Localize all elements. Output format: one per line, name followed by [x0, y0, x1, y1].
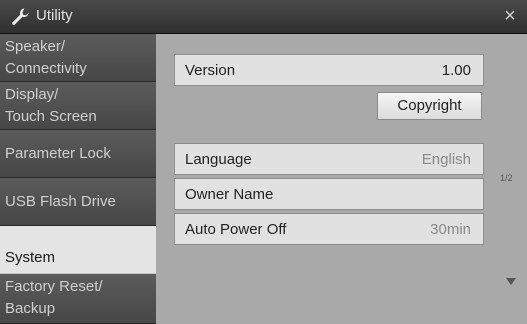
tab-parameter-lock[interactable]: Parameter Lock — [0, 130, 156, 178]
system-panel: Version 1.00 Copyright Language English … — [156, 34, 527, 324]
tab-system[interactable]: System — [0, 226, 162, 274]
auto-power-off-label: Auto Power Off — [185, 221, 287, 238]
tab-label: USB Flash Drive — [5, 192, 116, 210]
page-indicator: 1/2 — [500, 173, 513, 183]
tab-label-line2: Touch Screen — [5, 108, 97, 125]
tab-usb-flash-drive[interactable]: USB Flash Drive — [0, 178, 156, 226]
auto-power-off-value: 30min — [430, 221, 471, 238]
owner-name-label: Owner Name — [185, 186, 274, 203]
tab-label-line2: Connectivity — [5, 60, 87, 77]
version-label: Version — [185, 62, 236, 79]
version-value: 1.00 — [441, 62, 471, 79]
language-value: English — [421, 151, 471, 168]
wrench-icon — [12, 8, 29, 25]
language-row[interactable]: Language English — [174, 143, 484, 175]
language-label: Language — [185, 151, 252, 168]
tab-label: Parameter Lock — [5, 144, 111, 162]
tab-factory-reset-backup[interactable]: Factory Reset/ Backup — [0, 274, 156, 324]
scroll-down-arrow-icon[interactable] — [506, 278, 516, 285]
tab-label-line1: Speaker/ — [5, 38, 66, 55]
tab-label: System — [5, 248, 56, 266]
close-icon: × — [504, 5, 516, 27]
copyright-button[interactable]: Copyright — [377, 92, 482, 120]
tab-label-line1: Display/ — [5, 86, 59, 103]
tab-label-line2: Backup — [5, 300, 56, 317]
tab-speaker-connectivity[interactable]: Speaker/ Connectivity — [0, 34, 156, 82]
title-bar: Utility × — [0, 0, 527, 34]
tab-label-line1: Factory Reset/ — [5, 278, 103, 295]
window-title: Utility — [36, 7, 73, 24]
auto-power-off-row[interactable]: Auto Power Off 30min — [174, 213, 484, 245]
owner-name-row[interactable]: Owner Name — [174, 178, 484, 210]
close-button[interactable]: × — [499, 4, 521, 28]
tab-display-touch-screen[interactable]: Display/ Touch Screen — [0, 82, 156, 130]
sidebar: Speaker/ Connectivity Display/ Touch Scr… — [0, 34, 162, 324]
version-field: Version 1.00 — [174, 54, 484, 86]
